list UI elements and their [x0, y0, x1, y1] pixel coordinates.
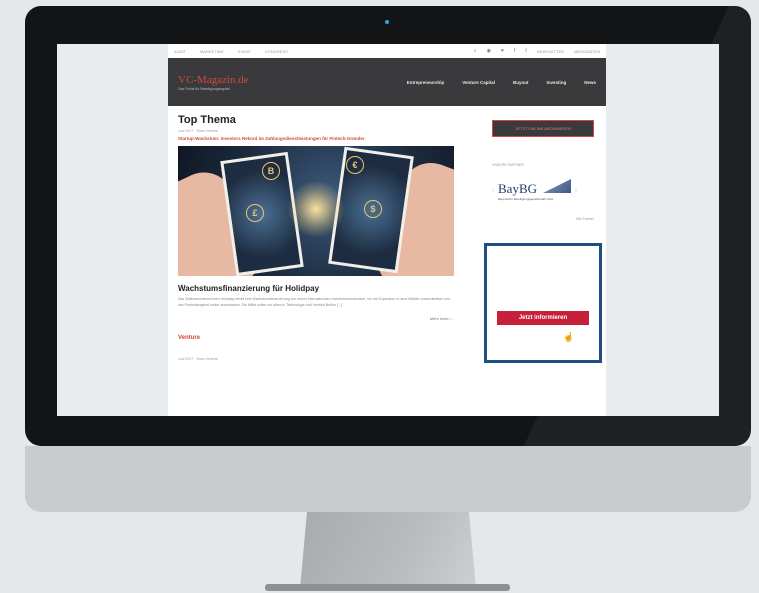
site-header: VC-Magazin.de Das Portal für Beteiligung…	[168, 58, 606, 106]
article-excerpt: Das Softwareunternehmen Holidpay erhält …	[178, 297, 451, 307]
category-label[interactable]: Venture	[178, 335, 454, 341]
monitor-stand	[300, 512, 476, 588]
twitter-icon[interactable]: t	[525, 48, 526, 54]
search-icon[interactable]: ⌕	[474, 48, 477, 54]
logo-name: VC-Magazin.de	[178, 73, 249, 86]
topbar-link[interactable]: MARKETING	[200, 49, 224, 54]
content-area: Top Thema Juni 2017 · Team Venture Start…	[168, 106, 606, 416]
hero-image[interactable]: B € $ £	[178, 146, 454, 276]
rss-icon[interactable]: ◉	[487, 48, 491, 54]
logo-tagline: Das Portal für Beteiligungskapital	[178, 86, 230, 91]
coin-icon: B	[262, 162, 280, 180]
heart-icon[interactable]: ♥	[501, 48, 504, 54]
topbar-link[interactable]: KONGRESS	[265, 49, 288, 54]
partner-subtitle: Bayerische Beteiligungsgesellschaft mbH	[498, 197, 554, 201]
nav-item-venture-capital[interactable]: Venture Capital	[462, 80, 495, 85]
topbar-right: ⌕ ◉ ♥ f t NEWSLETTER MEDIADATEN	[474, 48, 600, 54]
subscribe-button[interactable]: JETZT ONLINE ABONNIEREN	[492, 120, 594, 137]
nav-item-news[interactable]: News	[584, 80, 596, 85]
partner-label: UNSERE PARTNER	[492, 163, 524, 167]
topbar-link[interactable]: AUDIT	[174, 49, 186, 54]
partner-name: BayBG	[498, 181, 537, 196]
camera-dot	[385, 20, 389, 24]
monitor-chin	[25, 446, 751, 512]
nav-item-investing[interactable]: Investing	[546, 80, 566, 85]
site-logo[interactable]: VC-Magazin.de Das Portal für Beteiligung…	[178, 74, 249, 91]
chevron-right-icon[interactable]: ›	[575, 188, 577, 194]
ad-cta-button[interactable]: Jetzt informieren	[497, 311, 589, 325]
top-bar: AUDIT MARKETING EVENT KONGRESS ⌕ ◉ ♥ f t…	[168, 44, 606, 58]
article-title[interactable]: Wachstumsfinanzierung für Holidpay	[178, 284, 454, 293]
article-meta-2: Juni 2017 · Team Venture	[178, 357, 218, 361]
main-nav: Entrepreneurship Venture Capital Buyout …	[407, 80, 596, 85]
coin-icon: €	[346, 156, 364, 174]
topbar-link[interactable]: EVENT	[238, 49, 251, 54]
article-meta: Juni 2017 · Team Venture	[178, 129, 218, 133]
all-partners-link[interactable]: Alle Partner	[484, 217, 602, 221]
screen: AUDIT MARKETING EVENT KONGRESS ⌕ ◉ ♥ f t…	[57, 44, 719, 416]
advert-box[interactable]: Jetzt informieren ☝	[484, 243, 602, 363]
mediadaten-link[interactable]: MEDIADATEN	[574, 49, 600, 54]
coin-icon: $	[364, 200, 382, 218]
partner-carousel: ‹ BayBG Bayerische Beteiligungsgesellsch…	[484, 179, 602, 201]
facebook-icon[interactable]: f	[514, 48, 515, 54]
newsletter-link[interactable]: NEWSLETTER	[537, 49, 564, 54]
headline-link[interactable]: Startup-Wachstum: Investors Rekord im Za…	[178, 135, 454, 142]
webpage: AUDIT MARKETING EVENT KONGRESS ⌕ ◉ ♥ f t…	[168, 44, 606, 416]
network-glow	[288, 181, 344, 237]
chevron-left-icon[interactable]: ‹	[492, 188, 494, 194]
nav-item-buyout[interactable]: Buyout	[513, 80, 529, 85]
read-more-link[interactable]: Mehr lesen ...	[178, 316, 454, 321]
section-title: Top Thema	[178, 114, 236, 126]
hand-cursor-icon: ☝	[563, 332, 575, 342]
coin-icon: £	[246, 204, 264, 222]
partner-logo[interactable]: BayBG Bayerische Beteiligungsgesellschaf…	[498, 181, 553, 201]
nav-item-entrepreneurship[interactable]: Entrepreneurship	[407, 80, 445, 85]
monitor-base	[265, 584, 510, 591]
sidebar: JETZT ONLINE ABONNIEREN UNSERE PARTNER ‹…	[484, 110, 602, 363]
main-column: Top Thema Juni 2017 · Team Venture Start…	[178, 106, 454, 361]
